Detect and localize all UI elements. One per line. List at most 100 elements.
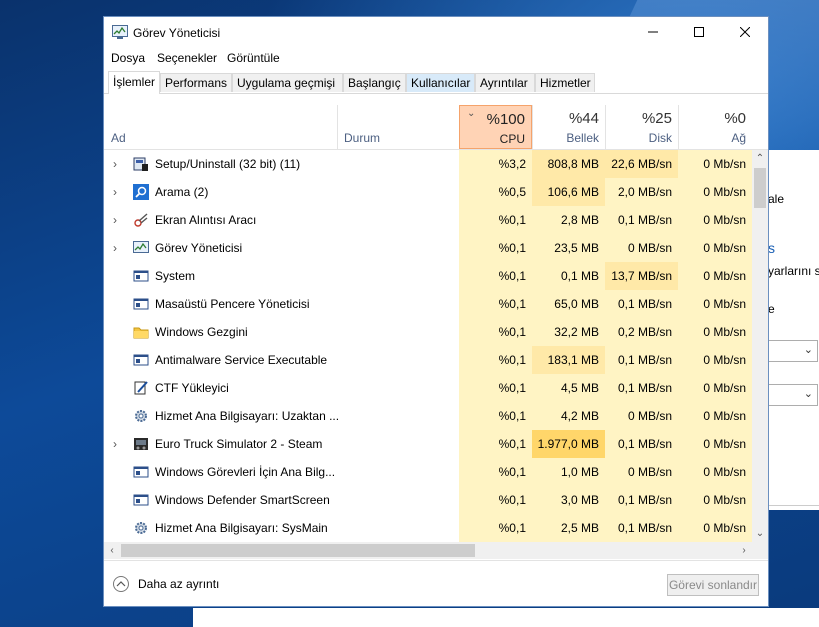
expand-chevron-icon[interactable]: ›: [113, 234, 117, 262]
process-row[interactable]: › Ekran Alıntısı Aracı %0,1 2,8 MB 0,1 MB/sn…: [104, 206, 752, 234]
process-memory: 32,2 MB: [532, 318, 605, 346]
cpu-total: %100: [486, 111, 525, 128]
process-disk: 13,7 MB/sn: [605, 262, 678, 290]
process-row[interactable]: CTF Yükleyici %0,1 4,5 MB 0,1 MB/sn 0 Mb/sn: [104, 374, 752, 402]
process-memory: 0,1 MB: [532, 262, 605, 290]
process-cpu: %0,1: [459, 514, 532, 542]
tab-processes[interactable]: İşlemler: [108, 71, 160, 94]
background-window-bottom: [193, 608, 819, 627]
process-disk: 0 MB/sn: [605, 458, 678, 486]
horizontal-scroll-thumb[interactable]: [121, 544, 475, 557]
vertical-scroll-thumb[interactable]: [754, 168, 766, 208]
scroll-right-icon[interactable]: ›: [736, 542, 752, 559]
process-disk: 0,1 MB/sn: [605, 374, 678, 402]
process-name: Windows Defender SmartScreen: [155, 493, 330, 507]
process-row[interactable]: › Euro Truck Simulator 2 - Steam %0,1 1.977…: [104, 430, 752, 458]
tab-performance[interactable]: Performans: [160, 73, 232, 92]
close-button[interactable]: [722, 17, 768, 47]
process-network: 0 Mb/sn: [678, 150, 752, 178]
process-disk: 0,1 MB/sn: [605, 290, 678, 318]
chevron-up-circle-icon[interactable]: [113, 576, 129, 592]
fewer-details-link[interactable]: Daha az ayrıntı: [138, 577, 219, 591]
process-row[interactable]: Windows Gezgini %0,1 32,2 MB 0,2 MB/sn 0 Mb/…: [104, 318, 752, 346]
background-text-3: yarlarını s: [768, 264, 819, 278]
scroll-down-icon[interactable]: ⌄: [752, 525, 768, 542]
process-name: Windows Gezgini: [155, 325, 248, 339]
process-row[interactable]: Masaüstü Pencere Yöneticisi %0,1 65,0 MB 0,…: [104, 290, 752, 318]
minimize-button[interactable]: [630, 17, 676, 47]
process-row[interactable]: Antimalware Service Executable %0,1 183,1 …: [104, 346, 752, 374]
process-row[interactable]: Windows Defender SmartScreen %0,1 3,0 MB 0,…: [104, 486, 752, 514]
tab-services[interactable]: Hizmetler: [535, 73, 595, 92]
window-manager-icon: [133, 298, 149, 310]
memory-label: Bellek: [566, 131, 599, 145]
chevron-down-icon: ⌄: [803, 388, 813, 400]
tab-users[interactable]: Kullanıcılar: [406, 73, 475, 92]
snipping-tool-icon: [134, 213, 148, 227]
close-icon: [740, 27, 750, 37]
minimize-icon: [648, 31, 658, 33]
process-network: 0 Mb/sn: [678, 262, 752, 290]
search-icon: [133, 184, 149, 200]
expand-chevron-icon[interactable]: ›: [113, 206, 117, 234]
scroll-left-icon[interactable]: ‹: [104, 542, 120, 559]
process-row[interactable]: Windows Görevleri İçin Ana Bilg... %0,1 1,…: [104, 458, 752, 486]
column-name[interactable]: Ad: [111, 131, 126, 145]
process-row[interactable]: › Arama (2) %0,5 106,6 MB 2,0 MB/sn 0 Mb/sn: [104, 178, 752, 206]
menu-file[interactable]: Dosya: [111, 51, 145, 65]
process-name: Görev Yöneticisi: [155, 241, 243, 255]
expand-chevron-icon[interactable]: ›: [113, 430, 117, 458]
process-disk: 0,1 MB/sn: [605, 430, 678, 458]
menu-view[interactable]: Görüntüle: [227, 51, 280, 65]
process-network: 0 Mb/sn: [678, 402, 752, 430]
process-name: CTF Yükleyici: [155, 381, 229, 395]
vertical-scrollbar[interactable]: ⌃ ⌄: [752, 150, 768, 542]
process-memory: 2,8 MB: [532, 206, 605, 234]
process-row[interactable]: › Setup/Uninstall (32 bit) (11) %3,2 808,8 …: [104, 150, 752, 178]
tab-app-history[interactable]: Uygulama geçmişi: [232, 73, 343, 92]
process-cpu: %0,1: [459, 318, 532, 346]
horizontal-scrollbar[interactable]: ‹ ›: [104, 542, 752, 559]
gear-icon: [135, 522, 147, 534]
process-disk: 2,0 MB/sn: [605, 178, 678, 206]
process-network: 0 Mb/sn: [678, 178, 752, 206]
expand-chevron-icon[interactable]: ›: [113, 178, 117, 206]
background-dropdown-1: ⌄: [768, 340, 818, 362]
chevron-down-icon: ⌄: [803, 344, 813, 356]
column-disk[interactable]: %25 Disk: [605, 105, 678, 149]
process-network: 0 Mb/sn: [678, 514, 752, 542]
process-cpu: %0,1: [459, 262, 532, 290]
cpu-label: CPU: [499, 132, 525, 146]
disk-label: Disk: [648, 131, 672, 145]
process-cpu: %0,1: [459, 402, 532, 430]
process-disk: 0,1 MB/sn: [605, 514, 678, 542]
maximize-button[interactable]: [676, 17, 722, 47]
process-row[interactable]: System %0,1 0,1 MB 13,7 MB/sn 0 Mb/sn: [104, 262, 752, 290]
process-row[interactable]: › Görev Yöneticisi %0,1 23,5 MB 0 MB/sn 0 Mb/…: [104, 234, 752, 262]
process-name: Euro Truck Simulator 2 - Steam: [155, 437, 323, 451]
process-network: 0 Mb/sn: [678, 206, 752, 234]
expand-chevron-icon[interactable]: ›: [113, 150, 117, 178]
menu-options[interactable]: Seçenekler: [157, 51, 217, 65]
process-memory: 808,8 MB: [532, 150, 605, 178]
column-network[interactable]: %0 Ağ: [678, 105, 752, 149]
end-task-button[interactable]: Görevi sonlandır: [667, 574, 759, 596]
title-bar[interactable]: Görev Yöneticisi: [104, 17, 768, 47]
tab-startup[interactable]: Başlangıç: [343, 73, 406, 92]
setup-icon: [133, 157, 148, 171]
background-separator: [768, 505, 819, 506]
process-row[interactable]: Hizmet Ana Bilgisayarı: SysMain %0,1 2,5 M…: [104, 514, 752, 542]
process-disk: 0 MB/sn: [605, 402, 678, 430]
process-memory: 183,1 MB: [532, 346, 605, 374]
process-cpu: %0,1: [459, 458, 532, 486]
process-name: Windows Görevleri İçin Ana Bilg...: [155, 465, 336, 479]
process-row[interactable]: Hizmet Ana Bilgisayarı: Uzaktan ... %0,1 4…: [104, 402, 752, 430]
column-status[interactable]: Durum: [344, 131, 380, 145]
column-cpu[interactable]: ⌄ %100 CPU: [459, 105, 532, 149]
background-text-1: ale: [768, 192, 785, 206]
process-name: Setup/Uninstall (32 bit) (11): [155, 157, 301, 171]
tab-details[interactable]: Ayrıntılar: [475, 73, 535, 92]
process-memory: 1.977,0 MB: [532, 430, 605, 458]
column-memory[interactable]: %44 Bellek: [532, 105, 605, 149]
scroll-up-icon[interactable]: ⌃: [752, 150, 768, 167]
